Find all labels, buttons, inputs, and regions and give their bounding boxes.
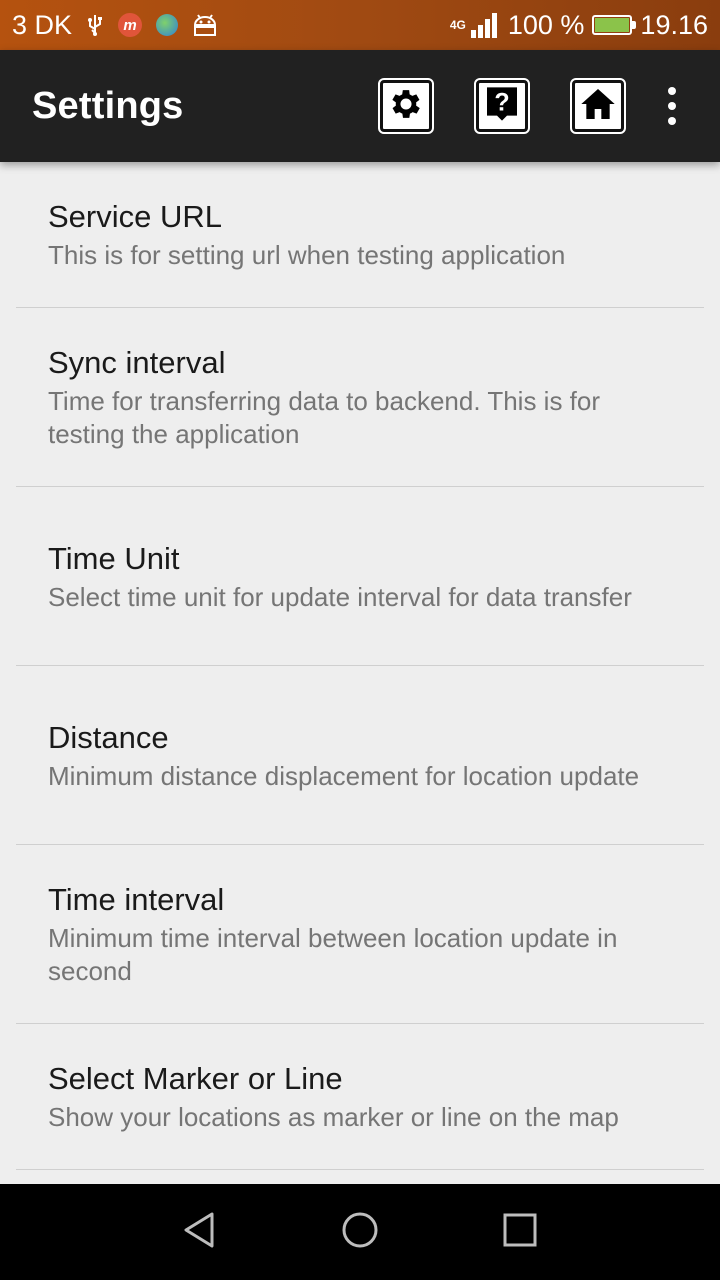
android-debug-icon bbox=[192, 13, 218, 37]
pref-summary: Show your locations as marker or line on… bbox=[48, 1102, 619, 1132]
pref-title: Select Marker or Line bbox=[48, 1061, 343, 1096]
back-button[interactable] bbox=[160, 1192, 240, 1272]
back-icon bbox=[180, 1210, 220, 1255]
usb-icon bbox=[86, 13, 104, 37]
home-circle-icon bbox=[340, 1210, 380, 1255]
overflow-dot bbox=[668, 117, 676, 125]
pref-time-unit[interactable]: Time Unit Select time unit for update in… bbox=[16, 487, 704, 666]
pref-title: Distance bbox=[48, 719, 169, 755]
globe-icon bbox=[156, 14, 179, 36]
recents-icon bbox=[502, 1212, 538, 1253]
pref-summary: Select time unit for update interval for… bbox=[48, 581, 632, 612]
pref-title: Time Unit bbox=[48, 540, 180, 576]
network-type-icon: 4G bbox=[450, 19, 466, 31]
pref-title: Sync interval bbox=[48, 345, 226, 380]
page-title: Settings bbox=[32, 84, 184, 127]
signal-icon bbox=[470, 12, 500, 38]
settings-button[interactable] bbox=[378, 78, 434, 134]
battery-percent: 100 % bbox=[507, 9, 585, 40]
clock: 19.16 bbox=[640, 9, 708, 40]
pref-summary: Minimum distance displacement for locati… bbox=[48, 760, 640, 791]
recents-button[interactable] bbox=[480, 1192, 560, 1272]
settings-icon bbox=[387, 85, 425, 128]
pref-summary: This is for setting url when testing app… bbox=[48, 240, 566, 270]
pref-title: Service URL bbox=[48, 199, 222, 234]
pref-title: Time interval bbox=[48, 882, 225, 917]
help-icon: ? bbox=[482, 84, 522, 129]
overflow-dot bbox=[668, 87, 676, 95]
status-bar: 3 DK m 4G 100 % 19.16 bbox=[0, 0, 720, 50]
preference-list: Service URL This is for setting url when… bbox=[16, 162, 704, 1170]
home-button[interactable] bbox=[570, 78, 626, 134]
battery-icon bbox=[592, 15, 637, 35]
pref-time-interval[interactable]: Time interval Minimum time interval betw… bbox=[16, 845, 704, 1024]
overflow-dot bbox=[668, 102, 676, 110]
home-nav-button[interactable] bbox=[320, 1192, 400, 1272]
carrier-label: 3 DK bbox=[12, 9, 73, 40]
m-app-icon: m bbox=[118, 13, 143, 37]
navigation-bar bbox=[0, 1184, 720, 1280]
action-bar: Settings ? bbox=[0, 50, 720, 162]
pref-distance[interactable]: Distance Minimum distance displacement f… bbox=[16, 666, 704, 845]
pref-summary: Minimum time interval between location u… bbox=[48, 923, 618, 986]
overflow-menu-button[interactable] bbox=[652, 80, 692, 132]
svg-text:?: ? bbox=[494, 88, 509, 116]
pref-sync-interval[interactable]: Sync interval Time for transferring data… bbox=[16, 308, 704, 487]
pref-summary: Time for transferring data to backend. T… bbox=[48, 386, 601, 449]
pref-service-url[interactable]: Service URL This is for setting url when… bbox=[16, 162, 704, 308]
network-type-label: 4G bbox=[449, 18, 466, 32]
pref-marker-or-line[interactable]: Select Marker or Line Show your location… bbox=[16, 1024, 704, 1170]
home-icon bbox=[578, 84, 618, 129]
help-button[interactable]: ? bbox=[474, 78, 530, 134]
